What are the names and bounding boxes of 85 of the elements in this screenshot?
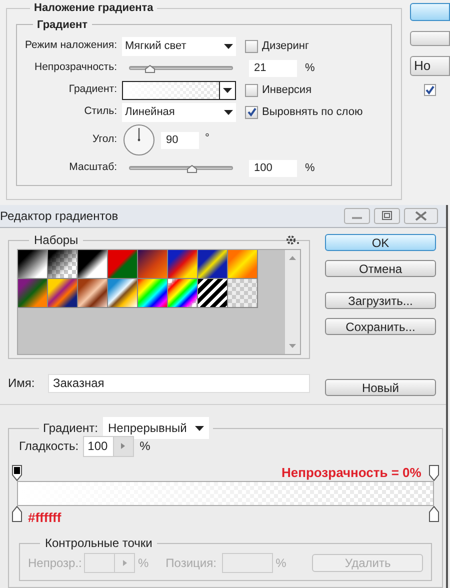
gradient-swatch[interactable] [78, 279, 108, 308]
opacity-stop[interactable] [429, 465, 440, 481]
default-button[interactable] [410, 3, 450, 21]
ok-button[interactable]: OK [325, 234, 436, 251]
scroll-down-icon[interactable] [289, 344, 296, 348]
button[interactable]: Но [410, 56, 450, 76]
number-field[interactable]: 90 [161, 132, 199, 148]
caret-icon [224, 110, 233, 114]
gradient-swatch[interactable] [108, 279, 138, 308]
close-icon[interactable] [404, 208, 438, 224]
field-label: Непрозр.: [28, 555, 83, 572]
field-label: Градиент: [68, 82, 118, 98]
field-label: Позиция: [166, 555, 218, 572]
field-label: Гладкость: [19, 438, 79, 455]
dropdown[interactable]: Линейная [122, 102, 236, 122]
gradient-swatch[interactable] [168, 250, 198, 279]
unit-label: % [305, 160, 315, 176]
new-button[interactable]: Новый [325, 379, 436, 396]
gradient-swatch[interactable] [48, 279, 78, 308]
gradient-swatch[interactable] [228, 250, 258, 279]
unit-label: % [138, 555, 149, 572]
window-title: Редактор градиентов [0, 208, 120, 225]
gradient-swatch[interactable] [198, 279, 228, 308]
caret-icon [224, 44, 233, 48]
gradient-swatch[interactable] [78, 250, 108, 279]
gradient-swatch[interactable] [168, 279, 198, 308]
checkbox-label[interactable]: Выровнять по слою [262, 104, 363, 120]
group-title: Контрольные точки [44, 535, 154, 552]
annotation: Непрозрачность = 0% [281, 465, 422, 481]
slider-track[interactable] [129, 66, 233, 70]
scroll-up-icon[interactable] [289, 256, 296, 260]
number-field[interactable]: 100 [249, 160, 297, 176]
dropdown[interactable]: Мягкий свет [122, 36, 236, 56]
maximize-icon[interactable] [374, 208, 400, 224]
gear-icon[interactable] [285, 234, 301, 246]
button[interactable]: Отмена [325, 260, 436, 277]
slider-thumb[interactable] [187, 165, 198, 173]
minimize-icon[interactable] [344, 208, 370, 224]
gradient-swatch[interactable] [48, 250, 78, 279]
gradient-swatch[interactable] [228, 279, 258, 308]
number-field[interactable]: 21 [249, 60, 297, 76]
section-title: Наложение градиента [33, 1, 154, 16]
gradient-swatch[interactable] [108, 250, 138, 279]
field-label: Стиль: [83, 104, 118, 120]
annotation: #ffffff [28, 509, 62, 527]
button[interactable]: Сохранить... [325, 318, 436, 335]
group-title: Градиент [36, 18, 89, 32]
slider-thumb[interactable] [145, 65, 156, 73]
arrow-icon[interactable] [121, 443, 126, 449]
unit-label: ° [205, 131, 210, 146]
gradient-swatch[interactable] [138, 250, 168, 279]
field-label: Масштаб: [68, 160, 118, 176]
field-label: Угол: [92, 132, 118, 148]
scrollbar[interactable] [285, 250, 300, 354]
smoothness-field[interactable]: 100 [82, 436, 134, 456]
unit-label: % [140, 438, 150, 455]
gradient-swatch[interactable] [138, 279, 168, 308]
checkbox-label[interactable]: Дизеринг [262, 38, 309, 54]
button[interactable] [410, 31, 450, 46]
checkbox[interactable] [245, 40, 258, 52]
field-label: Имя: [8, 375, 36, 392]
gradient-picker[interactable] [122, 80, 236, 100]
color-stop[interactable] [12, 506, 22, 522]
color-stop[interactable] [429, 506, 440, 522]
group-title: Наборы [33, 232, 80, 249]
name-field[interactable]: Заказная [48, 374, 310, 392]
field-label: Непрозрачность: [34, 60, 118, 76]
checkbox[interactable] [245, 106, 258, 118]
checkbox[interactable] [424, 84, 436, 96]
button[interactable]: Загрузить... [325, 292, 436, 309]
gradient-swatch[interactable] [18, 250, 48, 279]
caret-icon [195, 426, 204, 430]
field-label: Режим наложения: [24, 38, 118, 54]
type-dropdown[interactable]: Непрерывный [103, 417, 210, 439]
slider-track[interactable] [129, 166, 233, 170]
gradient-swatch[interactable] [18, 279, 48, 308]
field-label: Градиент: [43, 420, 98, 437]
angle-dial[interactable] [123, 124, 155, 156]
gradient-swatch[interactable] [198, 250, 228, 279]
caret-icon [223, 88, 232, 92]
checkbox[interactable] [245, 84, 258, 96]
unit-label: % [305, 60, 315, 76]
unit-label: % [276, 555, 286, 572]
opacity-stop[interactable] [12, 465, 22, 481]
checkbox-label[interactable]: Инверсия [262, 82, 312, 98]
